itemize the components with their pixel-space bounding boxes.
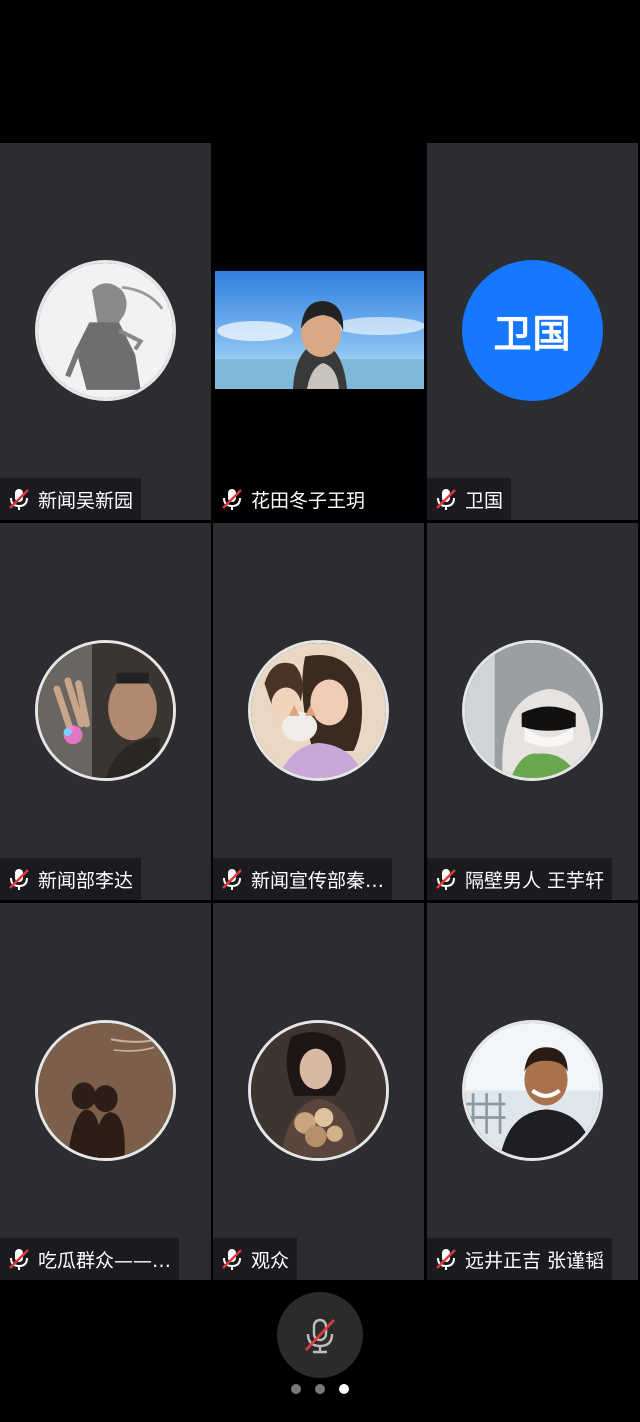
participant-tile[interactable]: 新闻部李达	[0, 523, 211, 900]
avatar	[248, 1020, 389, 1161]
participant-tile[interactable]: 卫国 卫国	[427, 143, 638, 520]
participant-name-tag: 吃瓜群众——…	[0, 1238, 180, 1280]
live-video-feed	[215, 271, 424, 389]
microphone-muted-icon	[433, 866, 459, 892]
avatar	[35, 260, 176, 401]
microphone-muted-icon	[219, 1246, 245, 1272]
avatar	[35, 640, 176, 781]
participant-tile[interactable]: 新闻宣传部秦…	[213, 523, 424, 900]
participant-name-tag: 卫国	[427, 478, 512, 520]
participant-name: 观众	[251, 1249, 290, 1272]
participant-name: 花田冬子王玥	[251, 489, 366, 512]
avatar-initials: 卫国	[462, 260, 603, 401]
microphone-muted-icon	[433, 486, 459, 512]
participant-grid: 新闻吴新园 花田冬子王玥 卫国 卫国 新闻部李达 新闻宣传部秦… 隔壁男人 王芋…	[0, 143, 640, 1280]
page-dot-active[interactable]	[339, 1384, 349, 1394]
participant-name: 新闻吴新园	[38, 489, 134, 512]
participant-name: 远井正吉 张谨韬	[465, 1249, 605, 1272]
page-dot[interactable]	[291, 1384, 301, 1394]
participant-name: 新闻宣传部秦…	[251, 869, 385, 892]
participant-name-tag: 远井正吉 张谨韬	[427, 1238, 613, 1280]
participant-name-tag: 新闻吴新园	[0, 478, 142, 520]
page-dot[interactable]	[315, 1384, 325, 1394]
avatar	[462, 1020, 603, 1161]
microphone-muted-icon	[6, 866, 32, 892]
participant-name-tag: 花田冬子王玥	[213, 478, 374, 520]
microphone-muted-icon	[219, 866, 245, 892]
participant-name: 吃瓜群众——…	[38, 1249, 172, 1272]
participant-tile[interactable]: 隔壁男人 王芋轩	[427, 523, 638, 900]
mute-toggle-button[interactable]	[277, 1292, 363, 1378]
participant-tile[interactable]: 远井正吉 张谨韬	[427, 903, 638, 1280]
participant-tile[interactable]: 新闻吴新园	[0, 143, 211, 520]
avatar	[462, 640, 603, 781]
participant-tile[interactable]: 吃瓜群众——…	[0, 903, 211, 1280]
top-black-area	[0, 0, 640, 143]
microphone-muted-icon	[305, 1318, 335, 1354]
participant-tile[interactable]: 观众	[213, 903, 424, 1280]
participant-tile-video[interactable]: 花田冬子王玥	[213, 143, 424, 520]
participant-name-tag: 观众	[213, 1238, 298, 1280]
page-indicator	[0, 1384, 640, 1394]
microphone-muted-icon	[219, 486, 245, 512]
participant-name-tag: 隔壁男人 王芋轩	[427, 858, 613, 900]
microphone-muted-icon	[6, 486, 32, 512]
participant-name: 隔壁男人 王芋轩	[465, 869, 605, 892]
participant-name-tag: 新闻宣传部秦…	[213, 858, 393, 900]
avatar	[35, 1020, 176, 1161]
microphone-muted-icon	[6, 1246, 32, 1272]
microphone-muted-icon	[433, 1246, 459, 1272]
participant-name: 新闻部李达	[38, 869, 134, 892]
avatar	[248, 640, 389, 781]
participant-name: 卫国	[465, 489, 504, 512]
bottom-control-bar	[0, 1280, 640, 1422]
participant-name-tag: 新闻部李达	[0, 858, 142, 900]
